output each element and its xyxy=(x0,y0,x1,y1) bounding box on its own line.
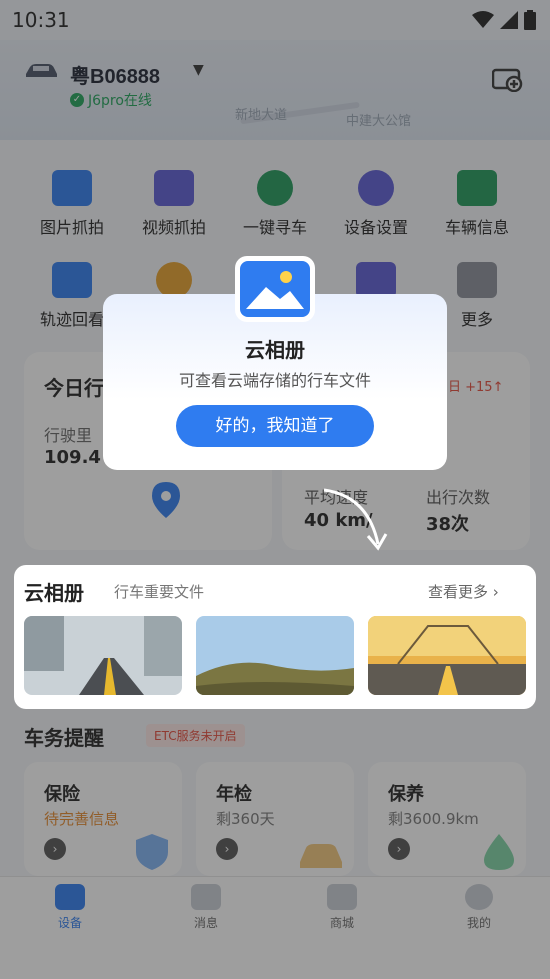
album-icon-wrap xyxy=(235,256,315,322)
album-subtitle: 行车重要文件 xyxy=(114,583,205,601)
view-more-link[interactable]: 查看更多 › xyxy=(428,581,499,602)
album-thumbnail[interactable] xyxy=(368,616,526,695)
album-title: 云相册 xyxy=(24,581,84,605)
album-icon xyxy=(240,261,310,317)
album-thumbnail[interactable] xyxy=(24,616,182,695)
popup-description: 可查看云端存储的行车文件 xyxy=(178,371,371,390)
popup-title: 云相册 xyxy=(245,338,305,362)
pointer-arrow-icon xyxy=(323,488,388,551)
dim-overlay[interactable] xyxy=(0,0,550,979)
got-it-button[interactable]: 好的，我知道了 xyxy=(176,405,374,447)
album-thumbnail[interactable] xyxy=(196,616,354,695)
